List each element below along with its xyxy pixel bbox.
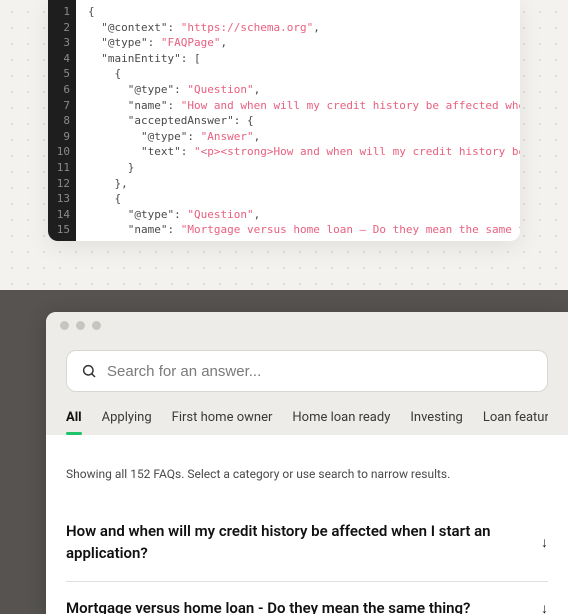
faq-question-text: Mortgage versus home loan - Do they mean… [66, 598, 470, 614]
tab-first-home-owner[interactable]: First home owner [172, 410, 273, 435]
chevron-down-icon: ↓ [541, 534, 548, 551]
faq-content: Showing all 152 FAQs. Select a category … [46, 435, 568, 614]
code-content: { "@context": "https://schema.org", "@ty… [76, 0, 520, 241]
search-field[interactable] [66, 350, 548, 392]
browser-window: All Applying First home owner Home loan … [46, 312, 568, 614]
code-block: 1 2 3 4 5 6 7 8 9 10 11 12 13 14 15 { "@… [48, 0, 520, 241]
tab-all[interactable]: All [66, 410, 82, 435]
search-input[interactable] [107, 363, 533, 380]
tab-loan-features[interactable]: Loan features [483, 410, 548, 435]
browser-chrome: All Applying First home owner Home loan … [46, 338, 568, 435]
window-titlebar [46, 312, 568, 338]
traffic-light-close[interactable] [60, 321, 69, 330]
faq-question-text: How and when will my credit history be a… [66, 521, 521, 565]
browser-backdrop: All Applying First home owner Home loan … [0, 290, 568, 614]
traffic-light-min[interactable] [76, 321, 85, 330]
traffic-light-max[interactable] [92, 321, 101, 330]
chevron-down-icon: ↓ [541, 600, 548, 614]
line-gutter: 1 2 3 4 5 6 7 8 9 10 11 12 13 14 15 [48, 0, 76, 241]
tab-home-loan-ready[interactable]: Home loan ready [292, 410, 390, 435]
tab-applying[interactable]: Applying [102, 410, 152, 435]
faq-item[interactable]: How and when will my credit history be a… [66, 505, 548, 582]
faq-item[interactable]: Mortgage versus home loan - Do they mean… [66, 582, 548, 614]
tab-investing[interactable]: Investing [410, 410, 462, 435]
category-tabs: All Applying First home owner Home loan … [66, 410, 548, 435]
results-meta: Showing all 152 FAQs. Select a category … [66, 467, 548, 481]
search-icon [81, 363, 97, 379]
